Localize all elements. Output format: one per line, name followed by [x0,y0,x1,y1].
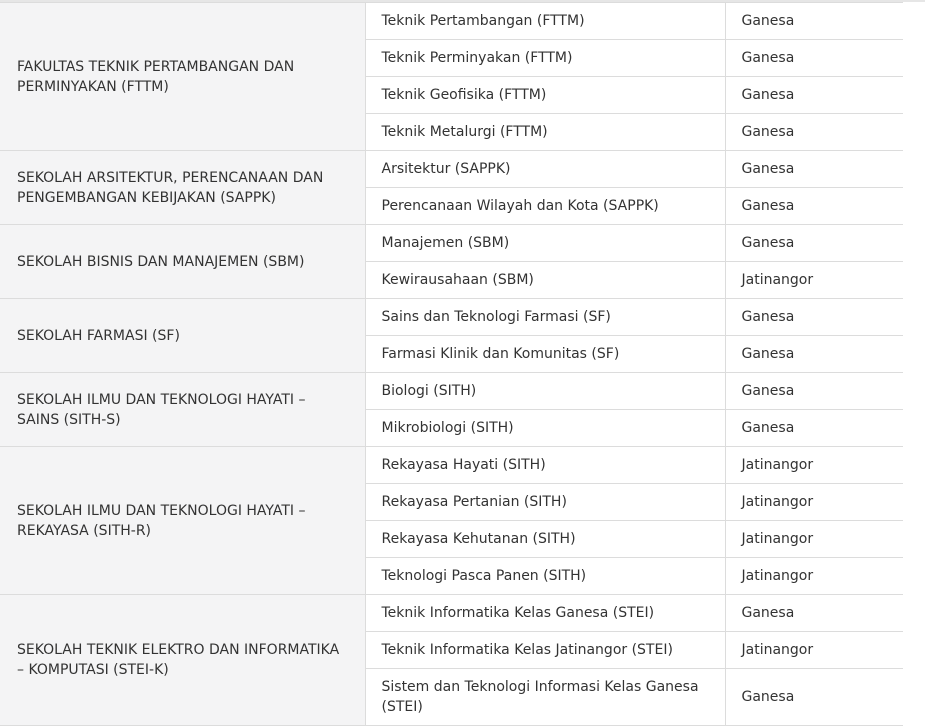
program-cell: Sains dan Teknologi Farmasi (SF) [364,298,726,336]
program-cell: Teknik Geofisika (FTTM) [364,76,726,114]
program-cell: Rekayasa Kehutanan (SITH) [364,520,726,558]
campus-cell: Jatinangor [724,261,904,299]
campus-cell: Ganesa [724,298,904,336]
table-row: SEKOLAH TEKNIK ELEKTRO DAN INFORMATIKA –… [0,594,904,726]
program-cell: Mikrobiologi (SITH) [364,409,726,447]
program-cell: Farmasi Klinik dan Komunitas (SF) [364,335,726,373]
faculty-cell: SEKOLAH ILMU DAN TEKNOLOGI HAYATI – SAIN… [0,372,366,447]
campus-cell: Ganesa [724,372,904,410]
program-cell: Teknik Perminyakan (FTTM) [364,39,726,77]
table-row: SEKOLAH ARSITEKTUR, PERENCANAAN DAN PENG… [0,150,904,225]
program-cell: Perencanaan Wilayah dan Kota (SAPPK) [364,187,726,225]
program-cell: Teknik Pertambangan (FTTM) [364,2,726,40]
table-row: SEKOLAH ILMU DAN TEKNOLOGI HAYATI – REKA… [0,446,904,595]
faculty-cell: SEKOLAH FARMASI (SF) [0,298,366,373]
program-cell: Kewirausahaan (SBM) [364,261,726,299]
page-margin [903,2,925,727]
campus-cell: Jatinangor [724,446,904,484]
campus-cell: Ganesa [724,409,904,447]
campus-cell: Ganesa [724,594,904,632]
table-row: FAKULTAS TEKNIK PERTAMBANGAN DAN PERMINY… [0,2,904,151]
campus-cell: Jatinangor [724,631,904,669]
program-cell: Teknik Informatika Kelas Jatinangor (STE… [364,631,726,669]
study-program-table: FAKULTAS TEKNIK PERTAMBANGAN DAN PERMINY… [0,2,904,726]
campus-cell: Ganesa [724,39,904,77]
table-row: SEKOLAH BISNIS DAN MANAJEMEN (SBM) Manaj… [0,224,904,299]
faculty-cell: SEKOLAH ARSITEKTUR, PERENCANAAN DAN PENG… [0,150,366,225]
program-cell: Teknik Informatika Kelas Ganesa (STEI) [364,594,726,632]
faculty-cell: SEKOLAH BISNIS DAN MANAJEMEN (SBM) [0,224,366,299]
program-cell: Sistem dan Teknologi Informasi Kelas Gan… [364,668,726,726]
faculty-cell: SEKOLAH ILMU DAN TEKNOLOGI HAYATI – REKA… [0,446,366,595]
campus-cell: Ganesa [724,187,904,225]
program-cell: Rekayasa Hayati (SITH) [364,446,726,484]
campus-cell: Ganesa [724,150,904,188]
campus-cell: Ganesa [724,113,904,151]
campus-cell: Jatinangor [724,520,904,558]
program-cell: Rekayasa Pertanian (SITH) [364,483,726,521]
faculty-cell: SEKOLAH TEKNIK ELEKTRO DAN INFORMATIKA –… [0,594,366,726]
campus-cell: Ganesa [724,224,904,262]
campus-cell: Jatinangor [724,483,904,521]
table-row: SEKOLAH ILMU DAN TEKNOLOGI HAYATI – SAIN… [0,372,904,447]
campus-cell: Ganesa [724,668,904,726]
program-cell: Manajemen (SBM) [364,224,726,262]
campus-cell: Ganesa [724,76,904,114]
table-row: SEKOLAH FARMASI (SF) Sains dan Teknologi… [0,298,904,373]
program-cell: Biologi (SITH) [364,372,726,410]
faculty-cell: FAKULTAS TEKNIK PERTAMBANGAN DAN PERMINY… [0,2,366,151]
program-cell: Teknologi Pasca Panen (SITH) [364,557,726,595]
campus-cell: Ganesa [724,335,904,373]
program-cell: Teknik Metalurgi (FTTM) [364,113,726,151]
campus-cell: Ganesa [724,2,904,40]
program-cell: Arsitektur (SAPPK) [364,150,726,188]
campus-cell: Jatinangor [724,557,904,595]
